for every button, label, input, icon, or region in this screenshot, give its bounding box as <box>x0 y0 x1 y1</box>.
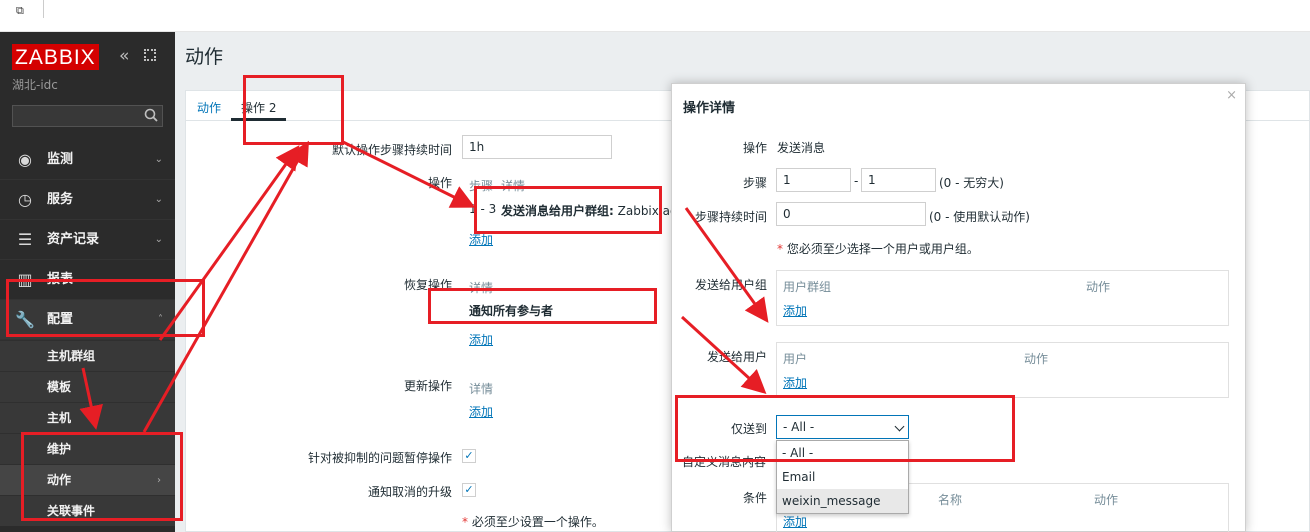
chevron-down-icon: ⌄ <box>154 194 163 205</box>
chevron-down-icon: ⌄ <box>154 234 163 245</box>
menu-item-label: 资产记录 <box>47 232 100 247</box>
required-asterisk: * <box>462 515 472 529</box>
send-to-groups-label: 发送给用户组 <box>694 278 767 292</box>
search-input[interactable] <box>12 105 163 127</box>
add-user-link[interactable]: 添加 <box>783 374 807 391</box>
tab-action[interactable]: 动作 <box>197 99 221 116</box>
operation-type-label: 操作 <box>742 141 767 155</box>
step-duration-label: 步骤持续时间 <box>694 210 767 224</box>
add-recovery-operation-link[interactable]: 添加 <box>469 331 493 348</box>
divider <box>43 0 44 18</box>
required-asterisk: * <box>777 242 787 256</box>
menu-item-label: 监测 <box>47 152 74 167</box>
menu-item-monitoring[interactable]: ◉ 监测 ⌄ <box>0 140 175 180</box>
steps-to-input[interactable]: 1 <box>861 168 936 192</box>
users-header-action: 动作 <box>1024 352 1049 366</box>
recovery-operations-label: 恢复操作 <box>403 278 452 292</box>
add-condition-link[interactable]: 添加 <box>783 513 807 530</box>
annotation-box-operations-tab <box>243 75 344 145</box>
list-icon: ☰ <box>17 230 33 249</box>
media-type-option[interactable]: Email <box>777 465 908 489</box>
steps-separator: - <box>854 174 859 188</box>
notify-cancelled-label: 通知取消的升级 <box>367 485 452 499</box>
annotation-box-operation-row <box>474 186 662 234</box>
default-step-duration-input[interactable]: 1h <box>462 135 612 159</box>
top-strip: ⧉ <box>0 0 1310 32</box>
annotation-box-configuration <box>6 279 205 337</box>
add-user-group-link[interactable]: 添加 <box>783 302 807 319</box>
menu-item-inventory[interactable]: ☰ 资产记录 ⌄ <box>0 220 175 260</box>
submenu-item-hosts[interactable]: 主机 <box>0 402 175 433</box>
server-name: 湖北-idc <box>12 78 58 92</box>
clock-icon: ◷ <box>18 190 32 209</box>
dialog-required-note: * 您必须至少选择一个用户或用户组。 <box>777 240 979 257</box>
search-icon[interactable] <box>144 108 158 122</box>
media-type-option[interactable]: weixin_message <box>777 489 908 513</box>
operation-type-value: 发送消息 <box>777 141 826 155</box>
user-groups-header-group: 用户群组 <box>783 280 832 294</box>
eye-icon: ◉ <box>18 150 32 169</box>
menu-item-label: 服务 <box>47 192 74 207</box>
annotation-box-actions <box>21 432 183 521</box>
submenu-item-label: 主机群组 <box>47 349 96 363</box>
update-header-details: 详情 <box>469 382 494 396</box>
submenu-item-label: 模板 <box>47 380 72 394</box>
step-duration-hint: (0 - 使用默认动作) <box>929 210 1030 224</box>
steps-label: 步骤 <box>742 176 767 190</box>
submenu-item-host-groups[interactable]: 主机群组 <box>0 340 175 371</box>
steps-hint: (0 - 无穷大) <box>939 176 1004 190</box>
update-operations-label: 更新操作 <box>403 379 452 393</box>
user-groups-table: 用户群组 动作 添加 <box>776 270 1229 326</box>
step-duration-input[interactable]: 0 <box>776 202 926 226</box>
users-table: 用户 动作 添加 <box>776 342 1229 398</box>
annotation-box-send-only-to <box>675 395 1015 462</box>
submenu-item-label: 主机 <box>47 411 72 425</box>
conditions-header-action: 动作 <box>1094 493 1119 507</box>
operation-details-dialog: 操作详情 × 操作 发送消息 步骤 1 - 1 (0 - 无穷大) 步骤持续时间… <box>671 83 1246 532</box>
chevron-down-icon: ⌄ <box>154 154 163 165</box>
operations-required-note: * 必须至少设置一个操作。 <box>462 513 604 530</box>
menu-item-services[interactable]: ◷ 服务 ⌄ <box>0 180 175 220</box>
conditions-label: 条件 <box>742 491 767 505</box>
dialog-title: 操作详情 <box>683 101 736 116</box>
restore-window-icon[interactable]: ⧉ <box>16 4 28 17</box>
zabbix-logo[interactable]: ZABBIX <box>12 44 99 70</box>
submenu-item-templates[interactable]: 模板 <box>0 371 175 402</box>
operations-label: 操作 <box>427 176 452 190</box>
add-update-operation-link[interactable]: 添加 <box>469 403 493 420</box>
steps-from-input[interactable]: 1 <box>776 168 851 192</box>
pause-suppressed-checkbox[interactable]: ✓ <box>462 449 476 463</box>
notify-cancelled-checkbox[interactable]: ✓ <box>462 483 476 497</box>
dialog-required-text: 您必须至少选择一个用户或用户组。 <box>786 242 979 256</box>
close-icon[interactable]: × <box>1226 88 1237 103</box>
pause-suppressed-label: 针对被抑制的问题暂停操作 <box>307 451 452 465</box>
operations-required-text: 必须至少设置一个操作。 <box>471 515 604 529</box>
kiosk-mode-icon[interactable] <box>144 49 156 61</box>
collapse-sidebar-icon[interactable]: « <box>119 46 129 66</box>
conditions-header-name: 名称 <box>938 493 963 507</box>
user-groups-header-action: 动作 <box>1086 280 1111 294</box>
users-header-user: 用户 <box>783 352 808 366</box>
page-title: 动作 <box>185 46 224 68</box>
annotation-box-recovery-row <box>428 288 657 324</box>
send-to-users-label: 发送给用户 <box>706 350 767 364</box>
